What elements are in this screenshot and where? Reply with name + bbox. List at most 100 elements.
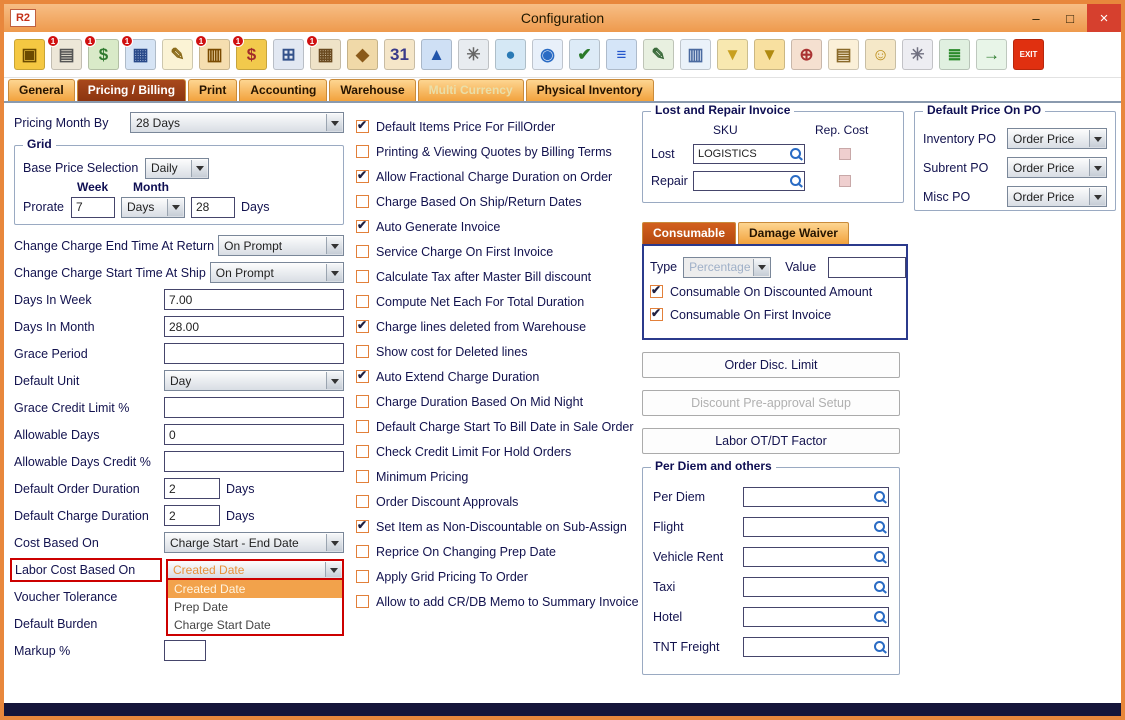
cost-based-on-select[interactable]: Charge Start - End Date bbox=[164, 532, 344, 553]
compute-net-each-for-total-duration-checkbox[interactable] bbox=[356, 295, 369, 308]
default-charge-start-to-bill-date-in-sale-order-checkbox[interactable] bbox=[356, 420, 369, 433]
search-icon[interactable] bbox=[871, 609, 887, 625]
toolbar-gears-icon[interactable]: ✳ bbox=[458, 39, 489, 70]
toolbar-config-gear-icon[interactable]: ✳ bbox=[902, 39, 933, 70]
labor-cost-based-on-select[interactable]: Created DateCreated DatePrep DateCharge … bbox=[166, 559, 344, 580]
prorate-unit-select[interactable]: Days bbox=[121, 197, 185, 218]
dropdown-item-prep-date[interactable]: Prep Date bbox=[168, 598, 342, 616]
tab-warehouse[interactable]: Warehouse bbox=[329, 79, 415, 101]
auto-generate-invoice-checkbox[interactable] bbox=[356, 220, 369, 233]
lost-sku-lookup[interactable]: LOGISTICS bbox=[693, 144, 805, 164]
order-discount-approvals-checkbox[interactable] bbox=[356, 495, 369, 508]
hotel-lookup[interactable] bbox=[743, 607, 889, 627]
tab-multi-currency[interactable]: Multi Currency bbox=[418, 79, 524, 101]
misc-po-select[interactable]: Order Price bbox=[1007, 186, 1107, 207]
vehicle-rent-lookup[interactable] bbox=[743, 547, 889, 567]
service-charge-on-first-invoice-checkbox[interactable] bbox=[356, 245, 369, 258]
close-button[interactable]: × bbox=[1087, 4, 1121, 32]
allow-fractional-charge-duration-on-order-checkbox[interactable] bbox=[356, 170, 369, 183]
flight-lookup[interactable] bbox=[743, 517, 889, 537]
allowable-days-credit-input[interactable] bbox=[164, 451, 344, 472]
toolbar-export-icon[interactable]: → bbox=[976, 39, 1007, 70]
allow-to-add-cr-db-memo-to-summary-invoice-checkbox[interactable] bbox=[356, 595, 369, 608]
tnt-freight-lookup[interactable] bbox=[743, 637, 889, 657]
toolbar-orders-icon[interactable]: ▤1 bbox=[51, 39, 82, 70]
minimum-pricing-checkbox[interactable] bbox=[356, 470, 369, 483]
labor-ot-dt-factor-button[interactable]: Labor OT/DT Factor bbox=[642, 428, 900, 454]
search-icon[interactable] bbox=[871, 489, 887, 505]
search-icon[interactable] bbox=[871, 579, 887, 595]
auto-extend-charge-duration-checkbox[interactable] bbox=[356, 370, 369, 383]
default-order-duration-input[interactable] bbox=[164, 478, 220, 499]
grace-credit-limit-input[interactable] bbox=[164, 397, 344, 418]
toolbar-copy-icon[interactable]: ▥ bbox=[680, 39, 711, 70]
check-credit-limit-for-hold-orders-checkbox[interactable] bbox=[356, 445, 369, 458]
value-input[interactable] bbox=[828, 257, 906, 278]
grace-period-input[interactable] bbox=[164, 343, 344, 364]
days-in-week-input[interactable] bbox=[164, 289, 344, 310]
tab-damage-waiver[interactable]: Damage Waiver bbox=[738, 222, 849, 244]
reprice-on-changing-prep-date-checkbox[interactable] bbox=[356, 545, 369, 558]
taxi-lookup[interactable] bbox=[743, 577, 889, 597]
charge-duration-based-on-mid-night-checkbox[interactable] bbox=[356, 395, 369, 408]
toolbar-calendar-31-icon[interactable]: 31 bbox=[384, 39, 415, 70]
toolbar-calendar-icon[interactable]: ▦1 bbox=[125, 39, 156, 70]
set-item-as-non-discountable-on-sub-assign-checkbox[interactable] bbox=[356, 520, 369, 533]
change-charge-end-time-at-return-select[interactable]: On Prompt bbox=[218, 235, 344, 256]
dropdown-item-charge-start-date[interactable]: Charge Start Date bbox=[168, 616, 342, 634]
prorate-week-input[interactable] bbox=[71, 197, 115, 218]
title-bar[interactable]: R2 Configuration – □ × bbox=[4, 4, 1121, 32]
change-charge-start-time-at-ship-select[interactable]: On Prompt bbox=[210, 262, 344, 283]
toolbar-tools-icon[interactable]: ⊕ bbox=[791, 39, 822, 70]
toolbar-flag-stripes-icon[interactable]: ≡ bbox=[606, 39, 637, 70]
toolbar-exit-icon[interactable]: EXIT bbox=[1013, 39, 1044, 70]
toolbar-document-icon[interactable]: ▥1 bbox=[199, 39, 230, 70]
search-icon[interactable] bbox=[871, 519, 887, 535]
minimize-button[interactable]: – bbox=[1019, 4, 1053, 32]
search-icon[interactable] bbox=[787, 173, 803, 189]
toolbar-invoice-dollar-icon[interactable]: $1 bbox=[236, 39, 267, 70]
toolbar-money-icon[interactable]: $1 bbox=[88, 39, 119, 70]
default-items-price-for-fillorder-checkbox[interactable] bbox=[356, 120, 369, 133]
apply-grid-pricing-to-order-checkbox[interactable] bbox=[356, 570, 369, 583]
default-unit-select[interactable]: Day bbox=[164, 370, 344, 391]
dropdown-item-created-date[interactable]: Created Date bbox=[168, 580, 342, 598]
subrent-po-select[interactable]: Order Price bbox=[1007, 157, 1107, 178]
allowable-days-input[interactable] bbox=[164, 424, 344, 445]
consumable-on-discounted-amount-checkbox[interactable] bbox=[650, 285, 663, 298]
search-icon[interactable] bbox=[871, 549, 887, 565]
toolbar-clipboard-icon[interactable]: ▤ bbox=[828, 39, 859, 70]
tab-general[interactable]: General bbox=[8, 79, 75, 101]
tab-consumable[interactable]: Consumable bbox=[642, 222, 736, 244]
repair-sku-lookup[interactable] bbox=[693, 171, 805, 191]
toolbar-briefcase-icon[interactable]: ◆ bbox=[347, 39, 378, 70]
toolbar-database-icon[interactable]: ≣ bbox=[939, 39, 970, 70]
prorate-month-input[interactable] bbox=[191, 197, 235, 218]
toolbar-compose-icon[interactable]: ✎ bbox=[643, 39, 674, 70]
toolbar-shield-check-icon[interactable]: ✔ bbox=[569, 39, 600, 70]
per-diem-lookup[interactable] bbox=[743, 487, 889, 507]
toolbar-chart-icon[interactable]: ▲ bbox=[421, 39, 452, 70]
tab-accounting[interactable]: Accounting bbox=[239, 79, 327, 101]
toolbar-spreadsheet-icon[interactable]: ⊞ bbox=[273, 39, 304, 70]
toolbar-edit-icon[interactable]: ✎ bbox=[162, 39, 193, 70]
tab-physical-inventory[interactable]: Physical Inventory bbox=[526, 79, 654, 101]
toolbar-filter-add-icon[interactable]: ▼ bbox=[754, 39, 785, 70]
tab-pricing-billing[interactable]: Pricing / Billing bbox=[77, 79, 186, 101]
tab-print[interactable]: Print bbox=[188, 79, 237, 101]
consumable-on-first-invoice-checkbox[interactable] bbox=[650, 308, 663, 321]
base-price-select[interactable]: Daily bbox=[145, 158, 209, 179]
days-in-month-input[interactable] bbox=[164, 316, 344, 337]
show-cost-for-deleted-lines-checkbox[interactable] bbox=[356, 345, 369, 358]
toolbar-globe-icon[interactable]: ● bbox=[495, 39, 526, 70]
toolbar-report-grid-icon[interactable]: ▦1 bbox=[310, 39, 341, 70]
printing-viewing-quotes-by-billing-terms-checkbox[interactable] bbox=[356, 145, 369, 158]
default-charge-duration-input[interactable] bbox=[164, 505, 220, 526]
inventory-po-select[interactable]: Order Price bbox=[1007, 128, 1107, 149]
pricing-month-select[interactable]: 28 Days bbox=[130, 112, 344, 133]
charge-based-on-ship-return-dates-checkbox[interactable] bbox=[356, 195, 369, 208]
charge-lines-deleted-from-warehouse-checkbox[interactable] bbox=[356, 320, 369, 333]
toolbar-filter-icon[interactable]: ▼ bbox=[717, 39, 748, 70]
order-disc-limit-button[interactable]: Order Disc. Limit bbox=[642, 352, 900, 378]
markup-input[interactable] bbox=[164, 640, 206, 661]
